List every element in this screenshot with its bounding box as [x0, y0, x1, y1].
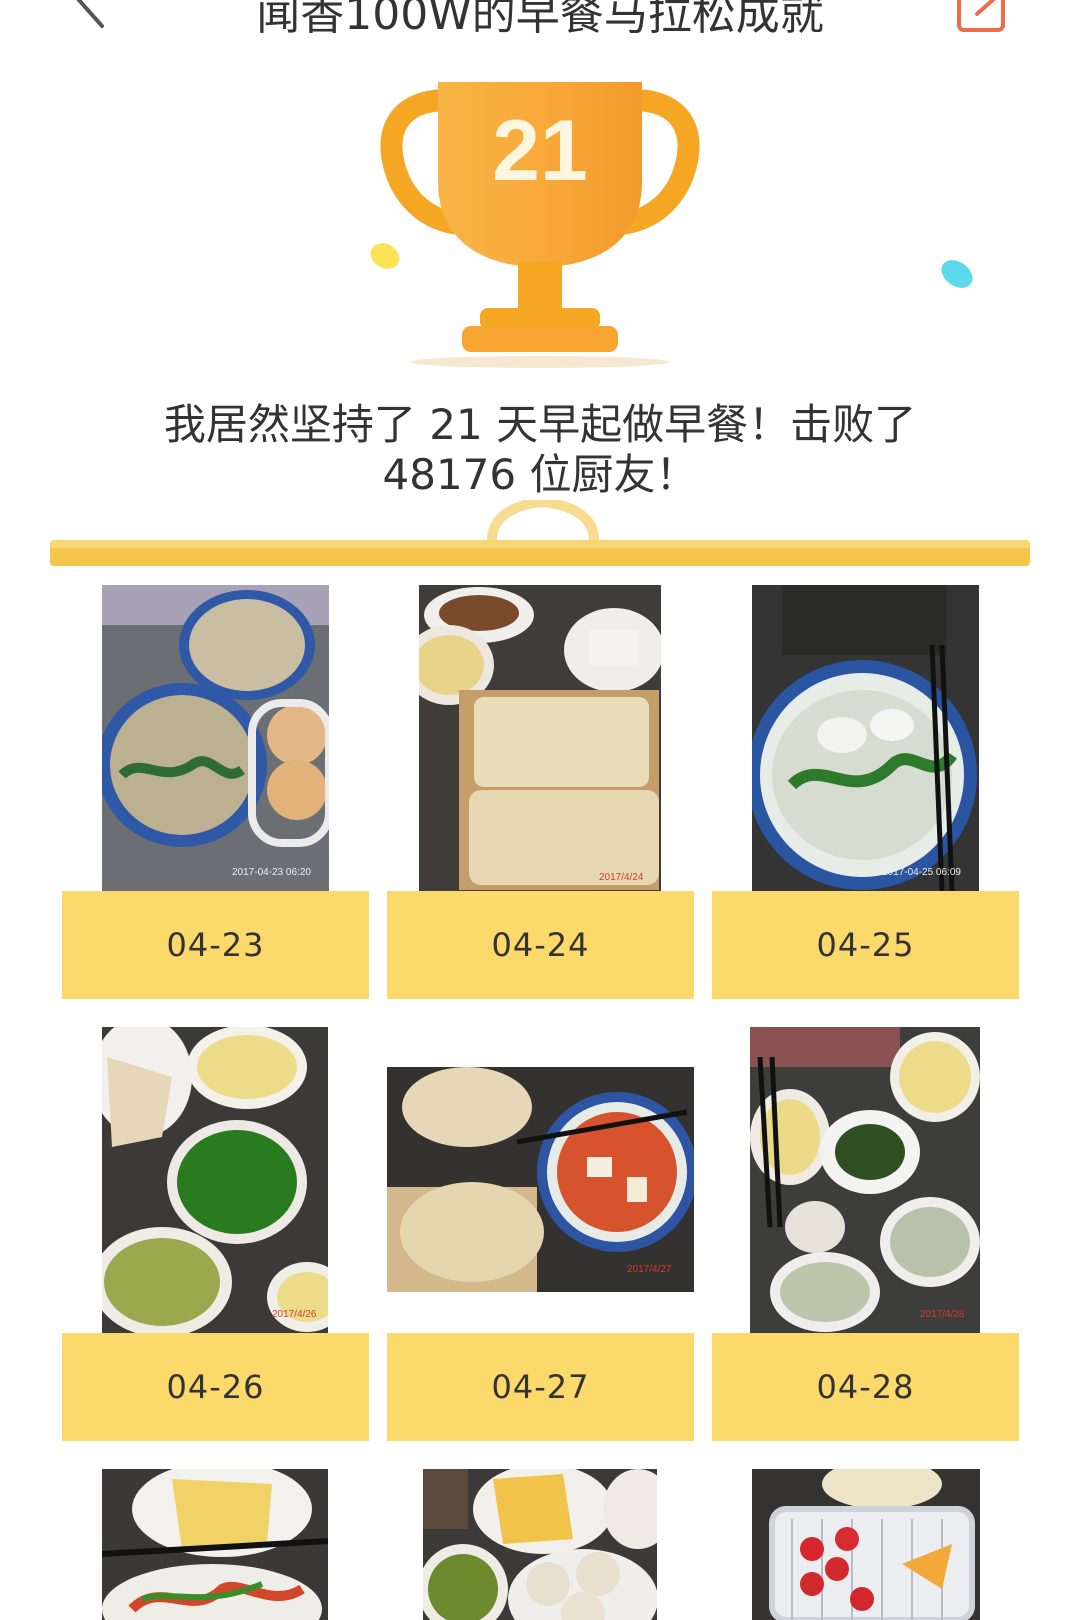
message-line-2: 48176 位厨友！	[382, 450, 698, 499]
page-title: 闻香100W的早餐马拉松成就	[256, 0, 824, 40]
trophy-days: 21	[492, 103, 588, 199]
edit-button[interactable]	[955, 0, 1011, 40]
breakfast-photo[interactable]: 2017-04-25 06:09	[752, 585, 979, 891]
date-label: 04-28	[712, 1333, 1019, 1441]
date-label: 04-25	[712, 891, 1019, 999]
hanger-bar	[50, 496, 1030, 590]
breakfast-photo[interactable]: 2017/4/27	[387, 1067, 694, 1292]
date-label: 04-23	[62, 891, 369, 999]
date-label: 04-27	[387, 1333, 694, 1441]
photo-timestamp: 2017/4/24	[599, 872, 644, 883]
breakfast-photo[interactable]: 2017/4/28	[750, 1027, 980, 1333]
date-label: 04-26	[62, 1333, 369, 1441]
header: 闻香100W的早餐马拉松成就	[0, 0, 1080, 40]
date-label: 04-24	[387, 891, 694, 999]
sparkle-blue-icon	[936, 256, 978, 292]
photo-timestamp: 2017/4/27	[627, 1264, 672, 1275]
photo-timestamp: 2017-04-25 06:09	[882, 867, 961, 878]
breakfast-photo[interactable]: 2017-04-23 06:20	[102, 585, 329, 891]
breakfast-photo[interactable]	[423, 1469, 657, 1620]
breakfast-photo[interactable]	[752, 1469, 980, 1620]
breakfast-photo[interactable]: 2017/4/24	[419, 585, 661, 891]
breakfast-photo[interactable]: 2017/4/26	[102, 1027, 328, 1333]
photo-timestamp: 2017/4/28	[920, 1309, 965, 1320]
photo-timestamp: 2017-04-23 06:20	[232, 867, 311, 878]
breakfast-photo[interactable]	[102, 1469, 328, 1620]
edit-icon	[957, 0, 1005, 32]
sparkle-yellow-icon	[367, 240, 403, 272]
achievement-message: 我居然坚持了 21 天早起做早餐！击败了 48176 位厨友！	[80, 400, 1000, 500]
trophy: 21	[370, 72, 710, 382]
photo-timestamp: 2017/4/26	[272, 1309, 317, 1320]
message-line-1: 我居然坚持了 21 天早起做早餐！击败了	[163, 400, 917, 449]
